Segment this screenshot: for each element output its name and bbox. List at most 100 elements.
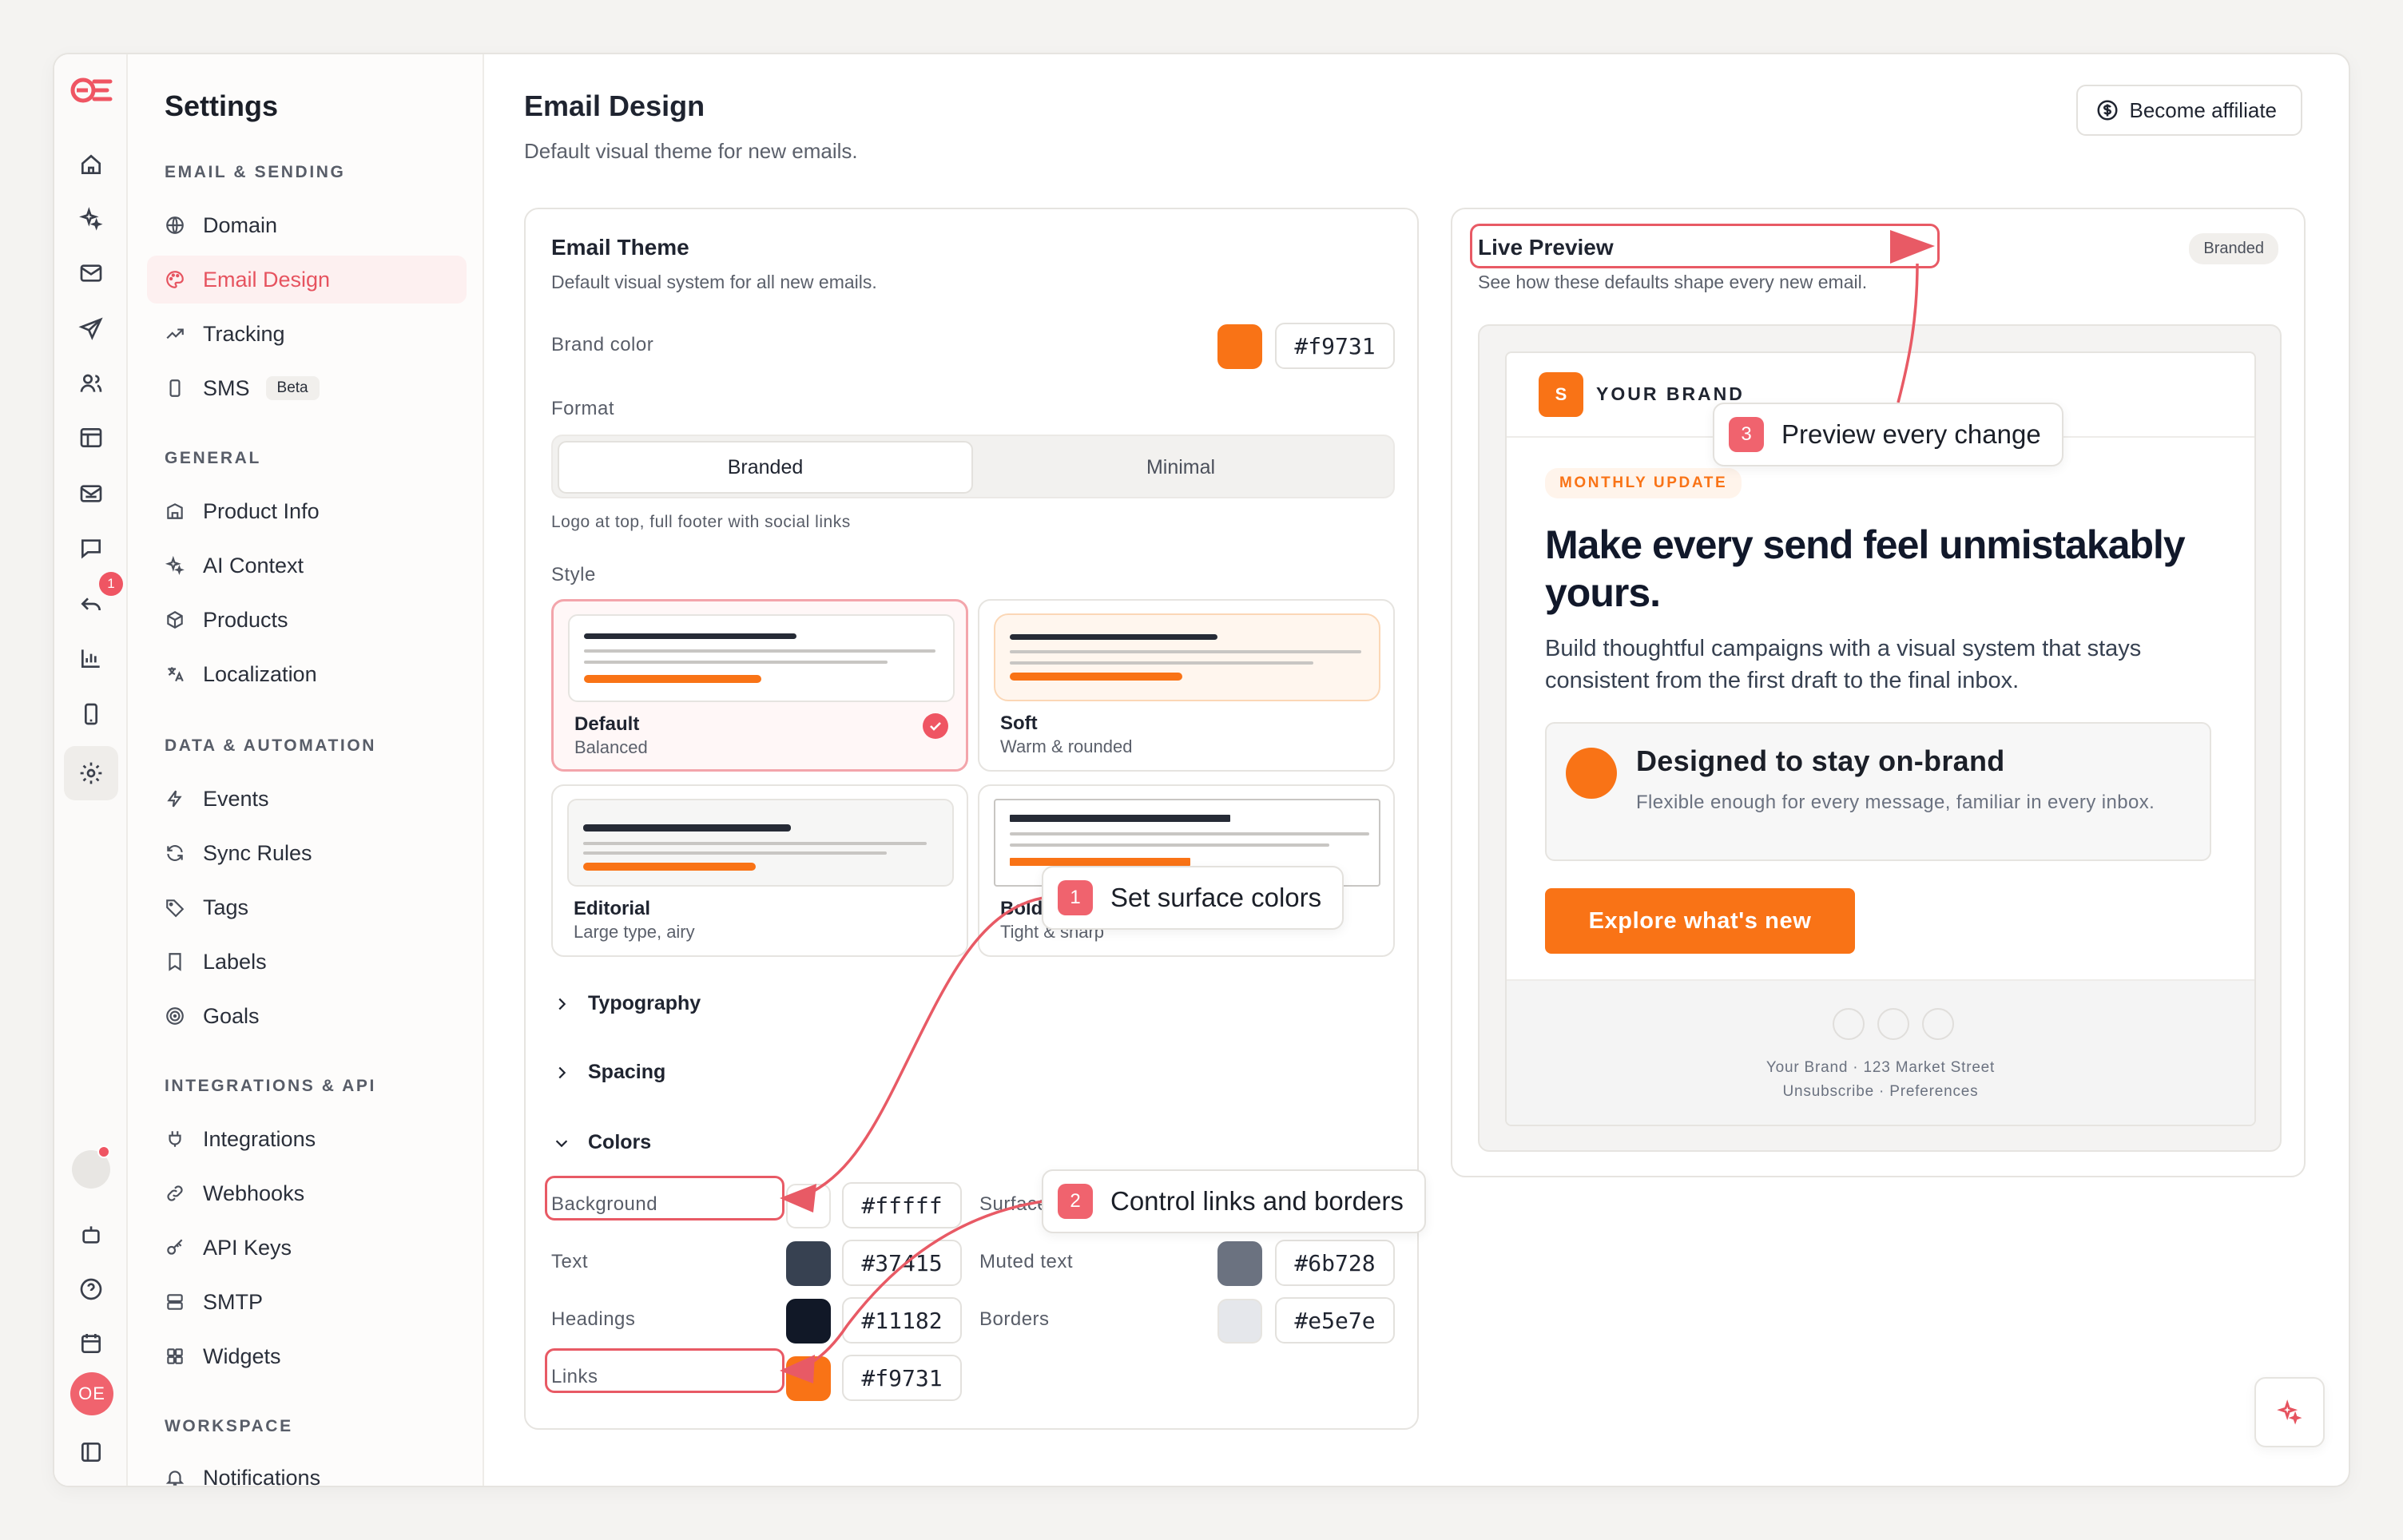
ai-assistant-button[interactable] — [2254, 1377, 2325, 1447]
links-color-swatch[interactable] — [786, 1356, 831, 1401]
sidebar-item-label: AI Context — [203, 553, 304, 578]
format-option-branded[interactable]: Branded — [558, 441, 973, 494]
phone-icon[interactable] — [75, 698, 107, 730]
typography-section-toggle[interactable]: Typography — [553, 992, 701, 1015]
sidebar-item-email-design[interactable]: Email Design — [147, 256, 467, 304]
sidebar-item-labels[interactable]: Labels — [147, 938, 467, 986]
style-name: Soft — [1000, 712, 1038, 734]
style-option-soft[interactable]: Soft Warm & rounded — [978, 599, 1395, 772]
sidebar-item-widgets[interactable]: Widgets — [147, 1332, 467, 1380]
bell-icon — [165, 1471, 185, 1486]
email-footer: Your Brand · 123 Market Street Unsubscri… — [1507, 979, 2254, 1125]
sidebar-item-localization[interactable]: Localization — [147, 650, 467, 698]
sidebar-item-webhooks[interactable]: Webhooks — [147, 1169, 467, 1217]
callout-text: Control links and borders — [1110, 1186, 1404, 1216]
chevron-right-icon — [558, 998, 566, 1010]
social-icon — [1922, 1008, 1954, 1040]
text-color-input[interactable]: #37415 — [842, 1240, 962, 1286]
sidebar-item-events[interactable]: Events — [147, 775, 467, 823]
brand-color-swatch[interactable] — [1217, 324, 1262, 369]
email-preview: S YOUR BRAND MONTHLY UPDATE Make every s… — [1505, 351, 2256, 1126]
user-avatar[interactable]: OE — [70, 1372, 113, 1415]
colors-section-toggle[interactable]: Colors — [553, 1131, 651, 1154]
callout-number: 1 — [1058, 880, 1093, 915]
format-toggle: Branded Minimal — [551, 435, 1395, 498]
sidebar-item-product-info[interactable]: Product Info — [147, 487, 467, 535]
layout-icon[interactable] — [75, 422, 107, 454]
headings-color-input[interactable]: #11182 — [842, 1297, 962, 1344]
sidebar-item-api-keys[interactable]: API Keys — [147, 1224, 467, 1272]
calendar-icon[interactable] — [75, 1328, 107, 1359]
phone-icon — [169, 379, 181, 397]
main-content: Email Design Default visual theme for ne… — [484, 54, 2349, 1486]
headings-color-swatch[interactable] — [786, 1299, 831, 1344]
preview-subtitle: See how these defaults shape every new e… — [1478, 272, 1868, 292]
sidebar-item-smtp[interactable]: SMTP — [147, 1278, 467, 1326]
sidebar-item-label: Events — [203, 786, 269, 811]
grid-icon — [167, 1348, 183, 1364]
style-option-default[interactable]: Default Balanced — [551, 599, 968, 772]
help-icon[interactable] — [75, 1273, 107, 1305]
style-name: Bold — [1000, 898, 1043, 919]
email-logo: S — [1539, 372, 1583, 417]
sidebar-item-products[interactable]: Products — [147, 596, 467, 644]
message-icon[interactable] — [75, 532, 107, 564]
feature-dot-icon — [1566, 748, 1617, 799]
borders-color-input[interactable]: #e5e7e — [1275, 1297, 1395, 1344]
email-headline: Make every send feel unmistakably yours. — [1545, 522, 2186, 615]
spacing-section-toggle[interactable]: Spacing — [553, 1061, 665, 1084]
sidebar-item-domain[interactable]: Domain — [147, 201, 467, 249]
sidebar-item-ai-context[interactable]: AI Context — [147, 542, 467, 589]
style-desc: Large type, airy — [574, 922, 695, 942]
section-workspace: WORKSPACE — [165, 1417, 293, 1435]
mail-icon[interactable] — [75, 257, 107, 289]
sidebar-item-label: Labels — [203, 949, 267, 974]
background-color-input[interactable]: #fffff — [842, 1182, 962, 1228]
settings-nav: Settings EMAIL & SENDING Domain Email De… — [128, 54, 484, 1486]
sidebar-item-label: Integrations — [203, 1126, 316, 1151]
become-affiliate-button[interactable]: Become affiliate — [2076, 85, 2302, 136]
sidebar-item-sync-rules[interactable]: Sync Rules — [147, 829, 467, 877]
chart-icon[interactable] — [75, 642, 107, 674]
style-option-editorial[interactable]: Editorial Large type, airy — [551, 784, 968, 957]
email-theme-card: Email Theme Default visual system for al… — [524, 208, 1419, 1430]
app-window: 1 OE Settings EMAIL & SENDING Domain Ema… — [53, 53, 2350, 1487]
status-dot — [97, 1145, 110, 1158]
send-icon[interactable] — [75, 313, 107, 345]
text-color-swatch[interactable] — [786, 1241, 831, 1286]
settings-gear-icon[interactable] — [64, 746, 118, 800]
sidebar-item-integrations[interactable]: Integrations — [147, 1115, 467, 1163]
brand-color-input[interactable]: #f9731 — [1275, 323, 1395, 369]
sidebar-item-label: Webhooks — [203, 1181, 305, 1205]
sidebar-item-tracking[interactable]: Tracking — [147, 310, 467, 358]
sidebar-item-tags[interactable]: Tags — [147, 883, 467, 931]
style-desc: Balanced — [574, 737, 648, 757]
highlight-live-preview — [1470, 224, 1940, 268]
bot-icon[interactable] — [75, 1219, 107, 1251]
home-icon[interactable] — [75, 149, 107, 181]
muted-text-color-swatch[interactable] — [1217, 1241, 1262, 1286]
style-name: Editorial — [574, 898, 651, 919]
users-icon[interactable] — [75, 367, 107, 399]
sidebar-item-goals[interactable]: Goals — [147, 992, 467, 1040]
sidebar-item-label: SMTP — [203, 1289, 264, 1314]
live-preview-card: Live Preview See how these defaults shap… — [1451, 208, 2306, 1177]
tag-icon — [166, 899, 185, 918]
background-color-swatch[interactable] — [786, 1184, 831, 1228]
sidebar-toggle-icon[interactable] — [75, 1436, 107, 1468]
text-color-label: Text — [551, 1251, 589, 1272]
sparkles-icon[interactable] — [75, 203, 107, 235]
sidebar-item-notifications[interactable]: Notifications — [147, 1454, 467, 1486]
muted-text-color-input[interactable]: #6b728 — [1275, 1240, 1395, 1286]
sidebar-item-label: Tracking — [203, 321, 285, 346]
box-icon — [167, 611, 183, 629]
theme-title: Email Theme — [551, 235, 689, 260]
email-cta-button[interactable]: Explore what's new — [1545, 888, 1855, 954]
inbox-icon[interactable] — [75, 478, 107, 510]
beta-badge: Beta — [265, 376, 320, 400]
links-color-input[interactable]: #f9731 — [842, 1355, 962, 1401]
sidebar-item-sms[interactable]: SMS Beta — [147, 364, 467, 412]
format-option-minimal[interactable]: Minimal — [973, 441, 1388, 494]
borders-color-swatch[interactable] — [1217, 1299, 1262, 1344]
brand-logo-icon[interactable] — [67, 70, 115, 110]
